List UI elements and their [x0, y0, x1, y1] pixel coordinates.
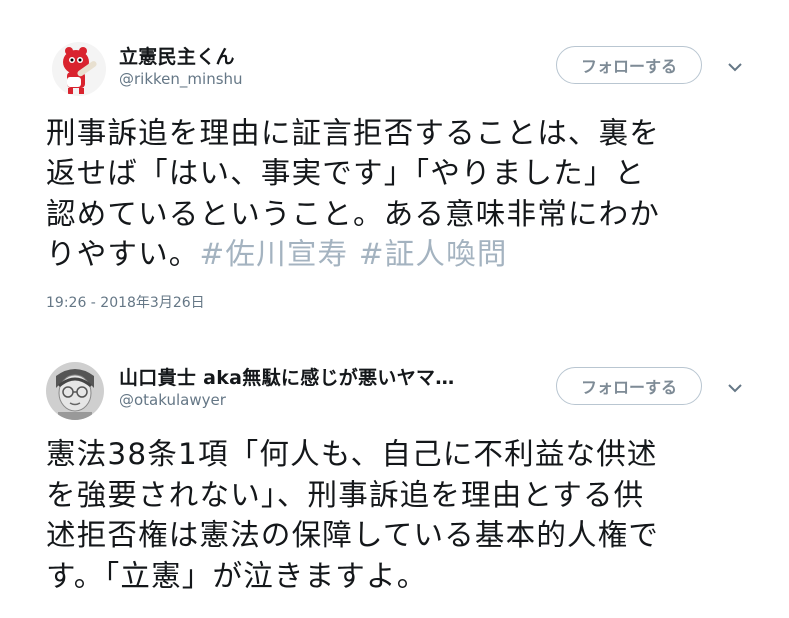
follow-button[interactable]: フォローする	[556, 46, 702, 84]
tweet-text-line: 返せば「はい、事実です」「やりました」と	[46, 156, 646, 190]
handle[interactable]: @otakulawyer	[119, 391, 226, 409]
tweet-text-line: 認めているということ。ある意味非常にわか	[46, 197, 661, 231]
hashtag-link[interactable]: #証人喚問	[359, 237, 508, 271]
handle[interactable]: @rikken_minshu	[119, 70, 243, 88]
chevron-down-icon[interactable]	[724, 56, 746, 78]
tweet-text-line: 刑事訴追を理由に証言拒否することは、裏を	[46, 116, 661, 150]
sketch-face-avatar-icon[interactable]	[46, 362, 104, 420]
mascot-avatar-icon[interactable]	[52, 42, 106, 96]
tweet-1: 立憲民主くん @rikken_minshu フォローする 刑事訴追を理由に証言拒…	[0, 0, 789, 320]
tweet-text-line: 述拒否権は憲法の保障している基本的人権で	[46, 518, 660, 552]
tweet-text-line: 憲法38条1項「何人も、自己に不利益な供述	[46, 437, 658, 471]
follow-button[interactable]: フォローする	[556, 367, 702, 405]
tweet-text-fragment: りやすい。	[46, 237, 200, 271]
hashtag-link[interactable]: #佐川宣寿	[200, 237, 349, 271]
display-name[interactable]: 山口貴士 aka無駄に感じが悪いヤマ…	[119, 363, 455, 390]
chevron-down-icon[interactable]	[724, 377, 746, 399]
tweet-text-line: りやすい。#佐川宣寿 #証人喚問	[46, 234, 508, 275]
timestamp[interactable]: 19:26 - 2018年3月26日	[46, 292, 205, 312]
tweet-text-line: を強要されない」、刑事訴追を理由とする供	[46, 478, 645, 512]
tweet-text-line: す。「立憲」が泣きますよ。	[46, 559, 428, 593]
tweet-2: 山口貴士 aka無駄に感じが悪いヤマ… @otakulawyer フォローする …	[0, 320, 789, 618]
display-name[interactable]: 立憲民主くん	[119, 42, 235, 69]
